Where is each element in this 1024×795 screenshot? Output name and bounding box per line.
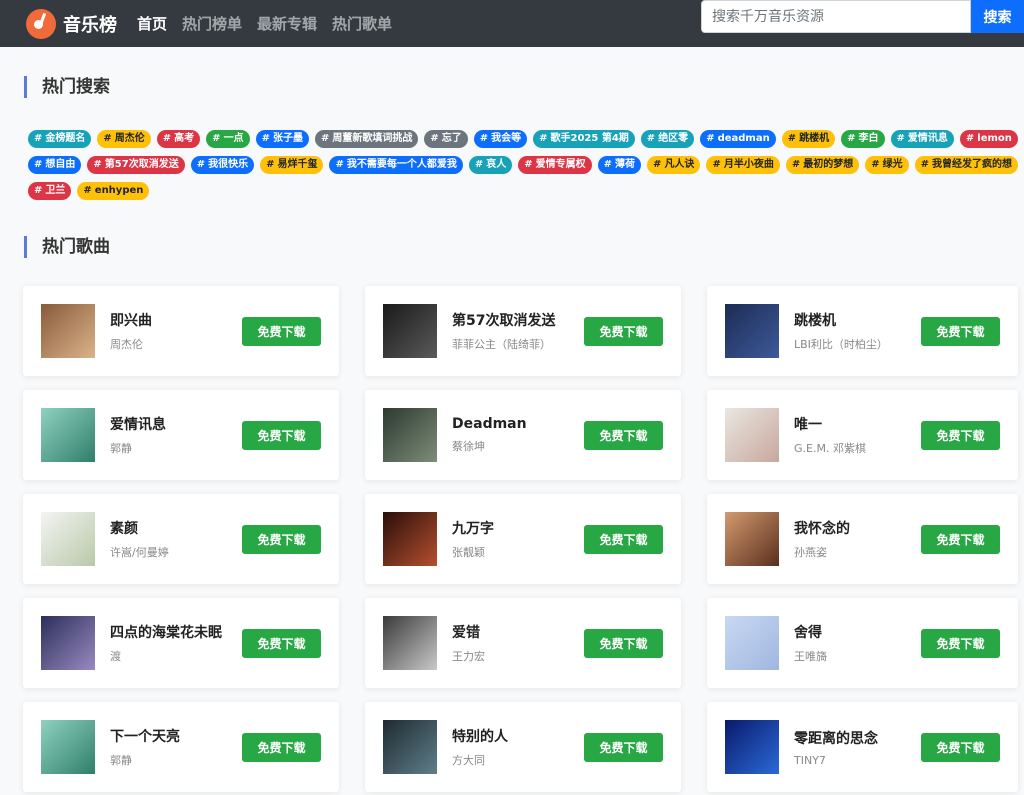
free-download-button[interactable]: 免费下载 [584,421,663,450]
search-tag[interactable]: 凡人诀 [647,156,701,174]
free-download-button[interactable]: 免费下载 [921,733,1000,762]
search-tag[interactable]: 绝区零 [640,130,695,148]
search-tag[interactable]: 我会等 [473,130,528,148]
free-download-button[interactable]: 免费下载 [921,525,1000,554]
free-download-button[interactable]: 免费下载 [584,733,663,762]
search-tag[interactable]: 我不需要每一个人都爱我 [329,156,463,174]
hot-songs-heading: 热门歌曲 [24,236,110,258]
hot-songs-grid: 即兴曲 周杰伦 免费下载 第57次取消发送 菲菲公主（陆绮菲） 免费下载 跳楼机 LBI利比（… [23,286,1018,792]
album-cover[interactable] [725,408,779,462]
search-tag[interactable]: 哀人 [468,156,513,174]
search-tag[interactable]: 第57次取消发送 [87,156,185,174]
search-tag[interactable]: 李白 [841,130,885,148]
search-tag[interactable]: 薄荷 [597,156,642,174]
music-note-logo-icon [26,8,56,39]
search-tag[interactable]: 爱情专属权 [518,156,592,174]
nav-link-3[interactable]: 热门歌单 [332,13,392,34]
search-tag[interactable]: 爱情讯息 [890,130,954,148]
album-cover[interactable] [383,512,437,566]
song-card[interactable]: 即兴曲 周杰伦 免费下载 [23,286,339,376]
song-card[interactable]: 特别的人 方大同 免费下载 [365,702,681,792]
free-download-button[interactable]: 免费下载 [584,317,663,346]
search-tag[interactable]: 易烊千玺 [260,156,324,174]
song-card[interactable]: 零距离的思念 TINY7 免费下载 [707,702,1018,792]
album-cover[interactable] [383,616,437,670]
search-tag[interactable]: 我曾经发了疯的想 [914,156,1018,174]
album-cover[interactable] [725,512,779,566]
nav-link-2[interactable]: 最新专辑 [257,13,317,34]
free-download-button[interactable]: 免费下载 [584,525,663,554]
album-cover[interactable] [41,512,95,566]
album-cover[interactable] [41,304,95,358]
song-card[interactable]: 爱错 王力宏 免费下载 [365,598,681,688]
album-cover[interactable] [41,616,95,670]
song-card[interactable]: 第57次取消发送 菲菲公主（陆绮菲） 免费下载 [365,286,681,376]
search-tag[interactable]: 最初的梦想 [785,156,860,174]
album-cover[interactable] [41,720,95,774]
search-tag[interactable]: 一点 [206,130,250,148]
search-tag[interactable]: 周董新歌填词挑战 [314,130,419,148]
song-card[interactable]: 唯一 G.E.M. 邓紫棋 免费下载 [707,390,1018,480]
free-download-button[interactable]: 免费下载 [921,317,1000,346]
song-card[interactable]: 素颜 许嵩/何曼婷 免费下载 [23,494,339,584]
song-card[interactable]: 我怀念的 孙燕姿 免费下载 [707,494,1018,584]
song-card[interactable]: 爱情讯息 郭静 免费下载 [23,390,339,480]
song-card[interactable]: Deadman 蔡徐坤 免费下载 [365,390,681,480]
search-tag[interactable]: 周杰伦 [97,130,151,148]
song-card[interactable]: 舍得 王唯旖 免费下载 [707,598,1018,688]
album-cover[interactable] [41,408,95,462]
nav-link-1[interactable]: 热门榜单 [182,13,242,34]
search-input[interactable] [701,0,971,33]
album-cover[interactable] [383,408,437,462]
search-tag[interactable]: deadman [700,130,776,148]
search-tag[interactable]: 忘了 [424,130,468,148]
free-download-button[interactable]: 免费下载 [242,525,321,554]
search-tag[interactable]: 我很快乐 [190,156,255,174]
search-tag[interactable]: 张子墨 [255,130,309,148]
free-download-button[interactable]: 免费下载 [242,733,321,762]
search-bar: 搜索 [701,0,1024,33]
search-tag[interactable]: 金榜题名 [28,130,92,148]
free-download-button[interactable]: 免费下载 [242,317,321,346]
free-download-button[interactable]: 免费下载 [921,629,1000,658]
search-tag[interactable]: enhypen [77,182,150,200]
search-tag[interactable]: 跳楼机 [781,130,836,148]
hot-search-heading: 热门搜索 [24,76,110,98]
album-cover[interactable] [725,720,779,774]
nav-links: 首页 热门榜单 最新专辑 热门歌单 [137,13,407,34]
album-cover[interactable] [383,720,437,774]
free-download-button[interactable]: 免费下载 [242,629,321,658]
search-tag[interactable]: 月半小夜曲 [706,156,780,174]
brand[interactable]: 音乐榜 [26,8,117,39]
album-cover[interactable] [725,616,779,670]
song-card[interactable]: 下一个天亮 郭静 免费下载 [23,702,339,792]
top-navbar: 音乐榜 首页 热门榜单 最新专辑 热门歌单 搜索 [0,0,1024,47]
search-tag[interactable]: 绿光 [865,156,909,174]
search-tag[interactable]: lemon [959,130,1018,148]
album-cover[interactable] [383,304,437,358]
nav-link-0[interactable]: 首页 [137,13,167,34]
search-tag[interactable]: 歌手2025 第4期 [533,130,635,148]
free-download-button[interactable]: 免费下载 [242,421,321,450]
hot-search-tags: 金榜题名周杰伦高考一点张子墨周董新歌填词挑战忘了我会等歌手2025 第4期绝区零… [28,130,1018,200]
search-tag[interactable]: 高考 [156,130,201,148]
search-tag[interactable]: 想自由 [28,156,82,174]
album-cover[interactable] [725,304,779,358]
search-button[interactable]: 搜索 [971,0,1024,33]
song-card[interactable]: 四点的海棠花未眠渡免费下载 [23,598,339,688]
free-download-button[interactable]: 免费下载 [921,421,1000,450]
song-card[interactable]: 跳楼机 LBI利比（时柏尘） 免费下载 [707,286,1018,376]
song-card[interactable]: 九万字 张靓颖 免费下载 [365,494,681,584]
free-download-button[interactable]: 免费下载 [584,629,663,658]
brand-title: 音乐榜 [63,14,117,36]
search-tag[interactable]: 卫兰 [28,182,72,200]
